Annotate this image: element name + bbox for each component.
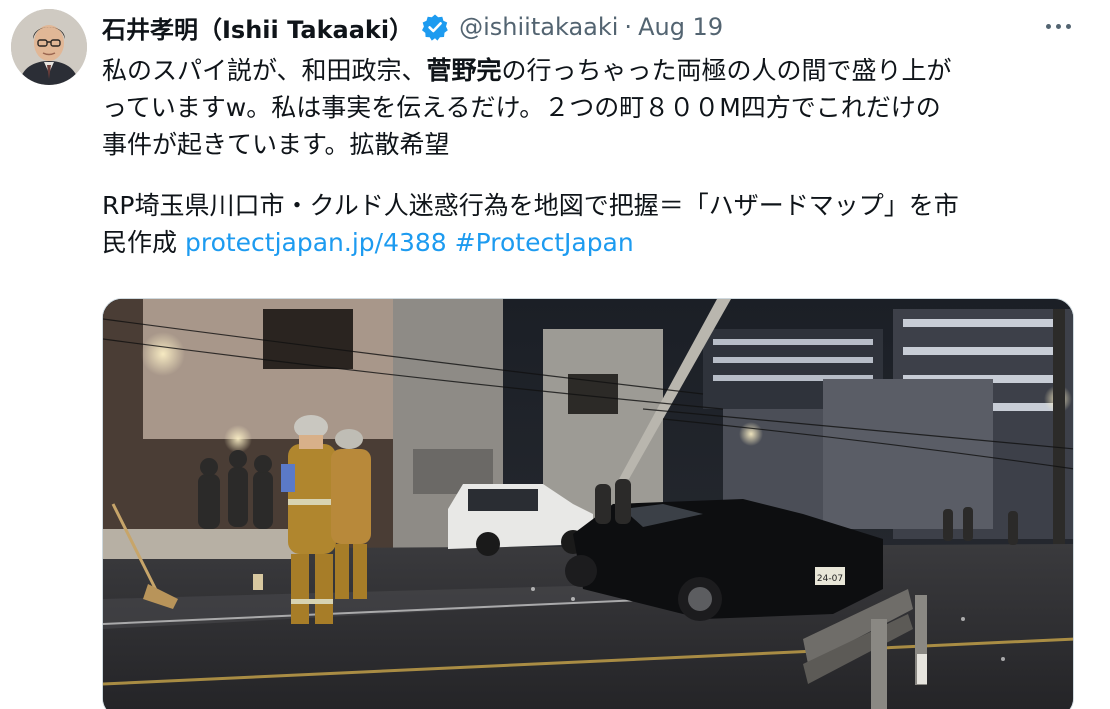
timestamp[interactable]: Aug 19 <box>638 13 723 41</box>
verified-badge-icon <box>421 13 449 41</box>
avatar[interactable] <box>11 9 87 85</box>
tweet-line-1: 私のスパイ説が、和田政宗、菅野完の行っちゃった両極の人の間で盛り上が <box>102 52 1082 89</box>
hashtag-link[interactable]: #ProtectJapan <box>455 228 634 257</box>
tweet-link[interactable]: protectjapan.jp/4388 <box>185 228 447 257</box>
more-options-icon[interactable] <box>1040 12 1076 40</box>
tweet-header: 石井孝明（Ishii Takaaki） @ishiitakaaki · Aug … <box>102 8 723 46</box>
tweet: 石井孝明（Ishii Takaaki） @ishiitakaaki · Aug … <box>0 0 1110 709</box>
tweet-line-4: RP埼玉県川口市・クルド人迷惑行為を地図で把握＝「ハザードマップ」を市 <box>102 191 959 220</box>
tweet-text: 私のスパイ説が、和田政宗、菅野完の行っちゃった両極の人の間で盛り上が っています… <box>102 52 1082 261</box>
tweet-line-5: 民作成 protectjapan.jp/4388 #ProtectJapan <box>102 224 1082 261</box>
separator: · <box>624 13 633 41</box>
tweet-text-segment: 私のスパイ説が、和田政宗、 <box>102 56 427 85</box>
license-plate: 24-07 <box>817 574 843 584</box>
tweet-line-2: っていますw。私は事実を伝えるだけ。２つの町８００M四方でこれだけの <box>102 93 941 122</box>
tweet-text-bold: 菅野完 <box>426 56 502 85</box>
tweet-photo[interactable]: 24-07 <box>102 298 1074 709</box>
tweet-text-segment: の行っちゃった両極の人の間で盛り上が <box>501 56 952 85</box>
display-name[interactable]: 石井孝明（Ishii Takaaki） <box>102 10 413 45</box>
handle[interactable]: @ishiitakaaki <box>459 13 618 41</box>
tweet-text-segment: 民作成 <box>102 228 178 257</box>
tweet-line-3: 事件が起きています。拡散希望 <box>102 130 450 159</box>
